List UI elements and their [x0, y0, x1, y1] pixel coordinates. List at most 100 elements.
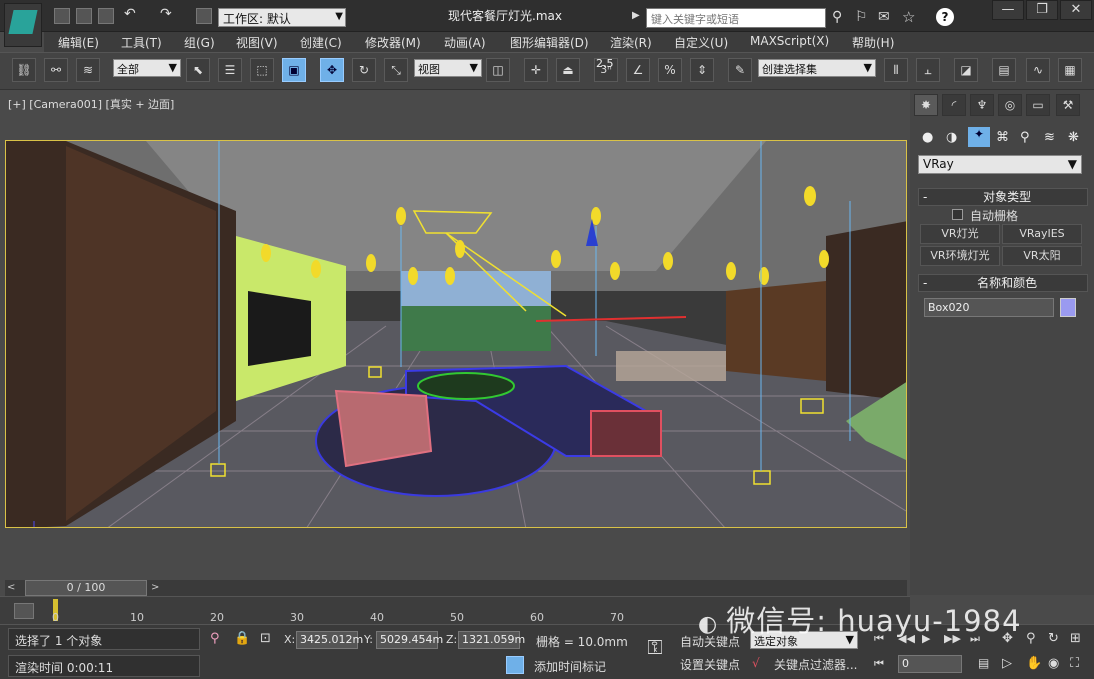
close-button[interactable]: ✕	[1060, 0, 1092, 20]
zoom-icon[interactable]: ⚲	[1026, 631, 1036, 646]
create-tab-icon[interactable]: ✸	[914, 94, 938, 116]
app-menu-button[interactable]	[4, 3, 42, 47]
link-icon[interactable]: ⛓	[12, 58, 36, 82]
edit-named-sel-icon[interactable]: ✎	[728, 58, 752, 82]
maximize-button[interactable]: ❐	[1026, 0, 1058, 20]
keyboard-shortcut-icon[interactable]: ⏏	[556, 58, 580, 82]
favorites-star-icon[interactable]: ☆	[902, 8, 915, 26]
menu-group[interactable]: 组(G)	[184, 34, 215, 51]
menu-create[interactable]: 创建(C)	[300, 34, 342, 51]
set-key-button[interactable]: 设置关键点	[680, 656, 740, 673]
maximize-viewport-icon[interactable]: ⛶	[1070, 656, 1079, 671]
bind-space-warp-icon[interactable]: ≋	[76, 58, 100, 82]
prev-frame-icon[interactable]: <	[7, 582, 15, 593]
mirror-icon[interactable]: ⫴	[884, 58, 908, 82]
menu-modifiers[interactable]: 修改器(M)	[365, 34, 421, 51]
scene-explorer-icon[interactable]: ▤	[992, 58, 1016, 82]
current-frame-field[interactable]: 0	[898, 655, 962, 673]
auto-grid-checkbox[interactable]	[952, 209, 963, 220]
field-of-view-icon[interactable]: ⊞	[1070, 631, 1081, 646]
new-file-icon[interactable]	[54, 8, 70, 24]
curve-editor-icon[interactable]: ∿	[1026, 58, 1050, 82]
angle-snap-icon[interactable]: ∠	[626, 58, 650, 82]
expand-arrow-icon[interactable]: ▶	[632, 10, 640, 21]
scale-icon[interactable]: ⤡	[384, 58, 408, 82]
x-coord-field[interactable]: 3425.012m	[296, 631, 363, 649]
vr-light-button[interactable]: VR灯光	[920, 224, 1000, 244]
systems-icon[interactable]: ❋	[1068, 130, 1079, 145]
key-mode-toggle-icon[interactable]: ⏮	[874, 657, 884, 671]
project-folder-icon[interactable]	[196, 8, 212, 24]
move-icon[interactable]: ✥	[320, 58, 344, 82]
motion-tab-icon[interactable]: ◎	[998, 94, 1022, 116]
manipulate-icon[interactable]: ✛	[524, 58, 548, 82]
object-color-swatch[interactable]	[1060, 298, 1076, 317]
geometry-icon[interactable]: ●	[922, 130, 933, 145]
workspace-select[interactable]: 工作区: 默认 ▼	[218, 8, 346, 27]
time-tag-icon[interactable]	[506, 656, 524, 674]
light-category-select[interactable]: VRay ▼	[918, 155, 1082, 174]
percent-snap-icon[interactable]: %	[658, 58, 682, 82]
object-type-rollout[interactable]: - 对象类型	[918, 188, 1088, 206]
helpers-icon[interactable]: ⚲	[1020, 130, 1030, 145]
add-time-tag[interactable]: 添加时间标记	[534, 658, 606, 675]
time-config-icon[interactable]: ▤	[978, 656, 989, 670]
unlink-icon[interactable]: ⚯	[44, 58, 68, 82]
select-object-icon[interactable]: ⬉	[186, 58, 210, 82]
communication-icon[interactable]: ✉	[878, 9, 890, 25]
menu-rendering[interactable]: 渲染(R)	[610, 34, 652, 51]
select-by-name-icon[interactable]: ☰	[218, 58, 242, 82]
menu-graph-editors[interactable]: 图形编辑器(D)	[510, 34, 589, 51]
keyword-search-input[interactable]: 键入关键字或短语	[646, 8, 826, 28]
redo-icon[interactable]: ↷	[160, 6, 176, 22]
reference-coord-select[interactable]: 视图 ▼	[414, 59, 482, 77]
menu-help[interactable]: 帮助(H)	[852, 34, 894, 51]
menu-maxscript[interactable]: MAXScript(X)	[750, 34, 829, 48]
menu-customize[interactable]: 自定义(U)	[674, 34, 728, 51]
absolute-mode-icon[interactable]: ⊡	[260, 631, 271, 646]
hierarchy-tab-icon[interactable]: ♆	[970, 94, 994, 116]
vr-ambient-light-button[interactable]: VR环境灯光	[920, 246, 1000, 266]
subscription-icon[interactable]: ⚐	[855, 9, 868, 25]
utilities-tab-icon[interactable]: ⚒	[1056, 94, 1080, 116]
next-frame-icon[interactable]: >	[151, 582, 159, 593]
walk-through-icon[interactable]: ◉	[1048, 656, 1059, 671]
cameras-icon[interactable]: ⌘	[996, 130, 1009, 145]
name-color-rollout[interactable]: - 名称和颜色	[918, 274, 1088, 292]
selection-filter-select[interactable]: 全部 ▼	[113, 59, 181, 77]
menu-edit[interactable]: 编辑(E)	[58, 34, 99, 51]
y-coord-field[interactable]: 5029.454m	[376, 631, 443, 649]
schematic-view-icon[interactable]: ▦	[1058, 58, 1082, 82]
open-file-icon[interactable]	[76, 8, 92, 24]
shapes-icon[interactable]: ◑	[946, 130, 957, 145]
layer-manager-icon[interactable]: ◪	[954, 58, 978, 82]
isolate-icon[interactable]: ⚲	[210, 631, 220, 646]
object-name-field[interactable]: Box020	[924, 298, 1054, 317]
help-icon[interactable]: ?	[936, 8, 954, 26]
display-tab-icon[interactable]: ▭	[1026, 94, 1050, 116]
rect-selection-icon[interactable]: ⬚	[250, 58, 274, 82]
mini-curve-editor-icon[interactable]	[14, 603, 34, 619]
time-slider[interactable]: 0 / 100	[25, 580, 147, 596]
menu-animation[interactable]: 动画(A)	[444, 34, 486, 51]
window-crossing-icon[interactable]: ▣	[282, 58, 306, 82]
lights-icon[interactable]: ✦	[968, 127, 990, 147]
dolly-icon[interactable]: ▷	[1002, 656, 1012, 671]
set-key-key-icon[interactable]: ⚿	[638, 635, 672, 675]
vray-ies-button[interactable]: VRayIES	[1002, 224, 1082, 244]
binoculars-icon[interactable]: ⚲	[832, 9, 842, 25]
pivot-center-icon[interactable]: ◫	[486, 58, 510, 82]
vr-sun-button[interactable]: VR太阳	[1002, 246, 1082, 266]
spinner-snap-icon[interactable]: ⇕	[690, 58, 714, 82]
save-file-icon[interactable]	[98, 8, 114, 24]
menu-views[interactable]: 视图(V)	[236, 34, 278, 51]
menu-tools[interactable]: 工具(T)	[121, 34, 162, 51]
z-coord-field[interactable]: 1321.059m	[458, 631, 525, 649]
minimize-button[interactable]: —	[992, 0, 1024, 20]
named-selection-select[interactable]: 创建选择集 ▼	[758, 59, 876, 77]
camera-viewport[interactable]	[5, 140, 907, 528]
lock-selection-icon[interactable]: 🔒	[234, 631, 250, 646]
hand-pan-icon[interactable]: ✋	[1026, 656, 1042, 671]
space-warps-icon[interactable]: ≋	[1044, 130, 1055, 145]
rotate-icon[interactable]: ↻	[352, 58, 376, 82]
